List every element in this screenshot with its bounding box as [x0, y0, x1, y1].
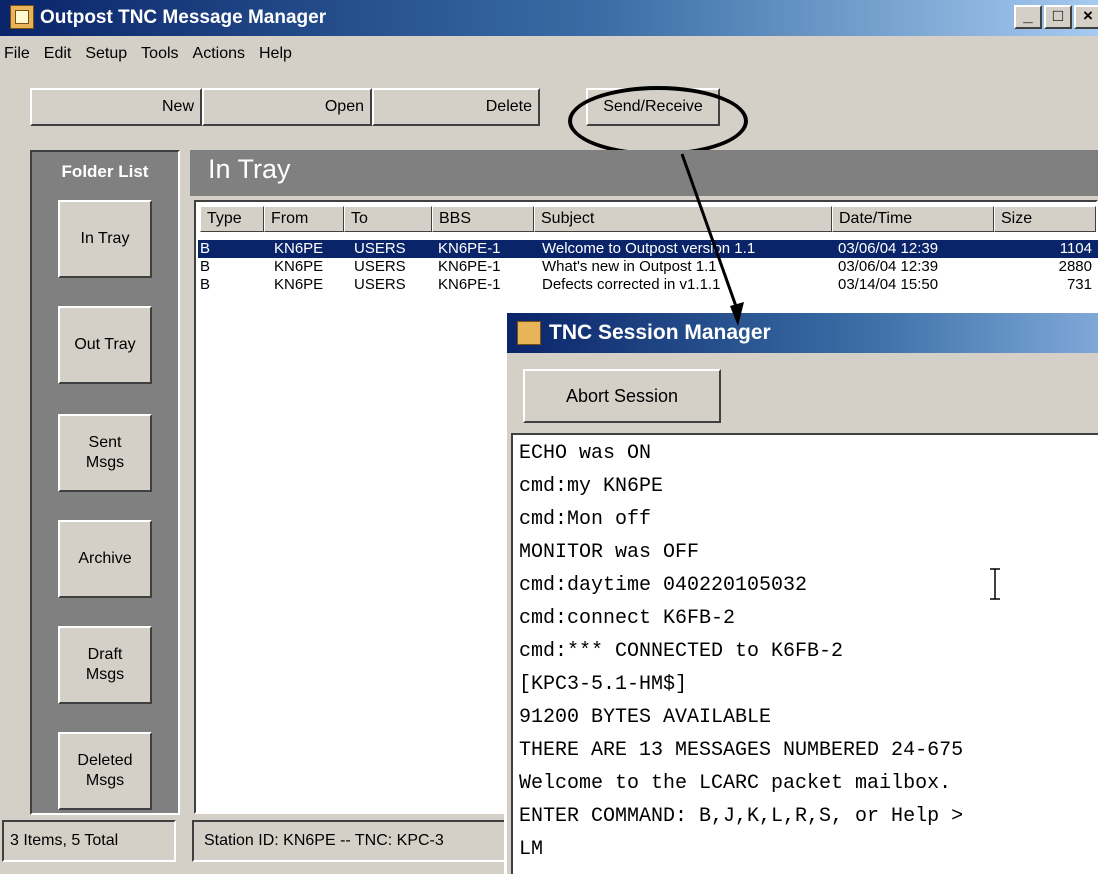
log-line: LM	[519, 838, 544, 861]
tnc-window-title: TNC Session Manager	[549, 321, 771, 344]
cell-subject: Defects corrected in v1.1.1	[542, 276, 721, 293]
folder-label: Deleted Msgs	[77, 752, 133, 789]
log-line: THERE ARE 13 MESSAGES NUMBERED 24-675	[519, 739, 964, 762]
tnc-app-icon	[517, 321, 541, 345]
folder-label: Draft Msgs	[85, 646, 125, 683]
open-button[interactable]: Open	[202, 88, 372, 126]
folder-label: Archive	[78, 550, 132, 567]
folder-in-tray-button[interactable]: In Tray	[58, 200, 152, 278]
folder-label: In Tray	[80, 230, 130, 247]
cell-datetime: 03/14/04 15:50	[838, 276, 939, 293]
callout-ellipse	[568, 86, 748, 156]
window-title: Outpost TNC Message Manager	[40, 7, 327, 28]
cell-datetime: 03/06/04 12:39	[838, 258, 939, 275]
folder-deleted-msgs-button[interactable]: Deleted Msgs	[58, 732, 152, 810]
log-line: ECHO was ON	[519, 442, 652, 465]
tray-header: In Tray	[190, 150, 1098, 196]
column-bbs[interactable]: BBS	[432, 206, 534, 232]
text-cursor-icon	[990, 568, 1000, 600]
column-subject[interactable]: Subject	[534, 206, 832, 232]
new-button[interactable]: New	[30, 88, 202, 126]
delete-button[interactable]: Delete	[372, 88, 540, 126]
folder-label: Out Tray	[74, 336, 136, 353]
maximize-button[interactable]: □	[1044, 5, 1072, 29]
app-icon	[10, 5, 34, 29]
minimize-button[interactable]: _	[1014, 5, 1042, 29]
menu-tools[interactable]: Tools	[134, 45, 185, 63]
cell-type: B	[200, 240, 211, 257]
column-datetime[interactable]: Date/Time	[832, 206, 994, 232]
status-item-count: 3 Items, 5 Total	[2, 820, 176, 862]
cell-from: KN6PE	[274, 276, 324, 293]
cell-bbs: KN6PE-1	[438, 240, 501, 257]
table-row[interactable]: B KN6PE USERS KN6PE-1 Welcome to Outpost…	[198, 240, 1098, 258]
session-log[interactable]: ECHO was ON cmd:my KN6PE cmd:Mon off MON…	[511, 433, 1098, 874]
log-line: cmd:*** CONNECTED to K6FB-2	[519, 640, 844, 663]
close-button[interactable]: ×	[1074, 5, 1098, 29]
column-to[interactable]: To	[344, 206, 432, 232]
tnc-session-window: TNC Session Manager Abort Session ECHO w…	[504, 310, 1098, 874]
log-line: [KPC3-5.1-HM$]	[519, 673, 688, 696]
cell-datetime: 03/06/04 12:39	[838, 240, 939, 257]
folder-list-panel: Folder List In Tray Out Tray Sent Msgs Ar…	[30, 150, 180, 815]
cell-to: USERS	[354, 276, 406, 293]
table-row[interactable]: B KN6PE USERS KN6PE-1 Defects corrected …	[198, 276, 1098, 294]
log-line: cmd:daytime 040220105032	[519, 574, 808, 597]
menu-file[interactable]: File	[0, 45, 37, 63]
cell-subject: Welcome to Outpost version 1.1	[542, 240, 756, 257]
cell-bbs: KN6PE-1	[438, 258, 501, 275]
tray-title: In Tray	[208, 154, 291, 184]
column-from[interactable]: From	[264, 206, 344, 232]
folder-archive-button[interactable]: Archive	[58, 520, 152, 598]
cell-size: 731	[1066, 276, 1092, 293]
cell-subject: What's new in Outpost 1.1	[542, 258, 717, 275]
toolbar: New Open Delete Send/Receive	[0, 80, 1098, 132]
tnc-title-bar[interactable]: TNC Session Manager	[507, 313, 1098, 353]
folder-list-title: Folder List	[61, 162, 149, 181]
log-line: cmd:connect K6FB-2	[519, 607, 736, 630]
column-type[interactable]: Type	[200, 206, 264, 232]
cell-from: KN6PE	[274, 258, 324, 275]
cell-bbs: KN6PE-1	[438, 276, 501, 293]
cell-type: B	[200, 258, 211, 275]
cell-to: USERS	[354, 240, 406, 257]
cell-to: USERS	[354, 258, 406, 275]
menu-setup[interactable]: Setup	[78, 45, 134, 63]
cell-size: 2880	[1058, 258, 1092, 275]
cell-from: KN6PE	[274, 240, 324, 257]
folder-out-tray-button[interactable]: Out Tray	[58, 306, 152, 384]
log-line: Welcome to the LCARC packet mailbox.	[519, 772, 952, 795]
log-line: cmd:Mon off	[519, 508, 652, 531]
log-line: ENTER COMMAND: B,J,K,L,R,S, or Help >	[519, 805, 964, 828]
menu-bar: File Edit Setup Tools Actions Help	[0, 36, 1098, 72]
folder-label: Sent Msgs	[85, 434, 125, 471]
log-line: 91200 BYTES AVAILABLE	[519, 706, 772, 729]
folder-sent-msgs-button[interactable]: Sent Msgs	[58, 414, 152, 492]
cell-size: 1104	[1059, 240, 1092, 257]
table-row[interactable]: B KN6PE USERS KN6PE-1 What's new in Outp…	[198, 258, 1098, 276]
outpost-main-window: Outpost TNC Message Manager _ □ × File E…	[0, 0, 1098, 874]
abort-session-button[interactable]: Abort Session	[523, 369, 721, 423]
title-bar[interactable]: Outpost TNC Message Manager _ □ ×	[0, 0, 1098, 36]
log-line: cmd:my KN6PE	[519, 475, 664, 498]
cell-type: B	[200, 276, 211, 293]
log-line: MONITOR was OFF	[519, 541, 700, 564]
menu-actions[interactable]: Actions	[186, 45, 252, 63]
menu-help[interactable]: Help	[252, 45, 299, 63]
folder-draft-msgs-button[interactable]: Draft Msgs	[58, 626, 152, 704]
column-size[interactable]: Size	[994, 206, 1096, 232]
menu-edit[interactable]: Edit	[37, 45, 79, 63]
